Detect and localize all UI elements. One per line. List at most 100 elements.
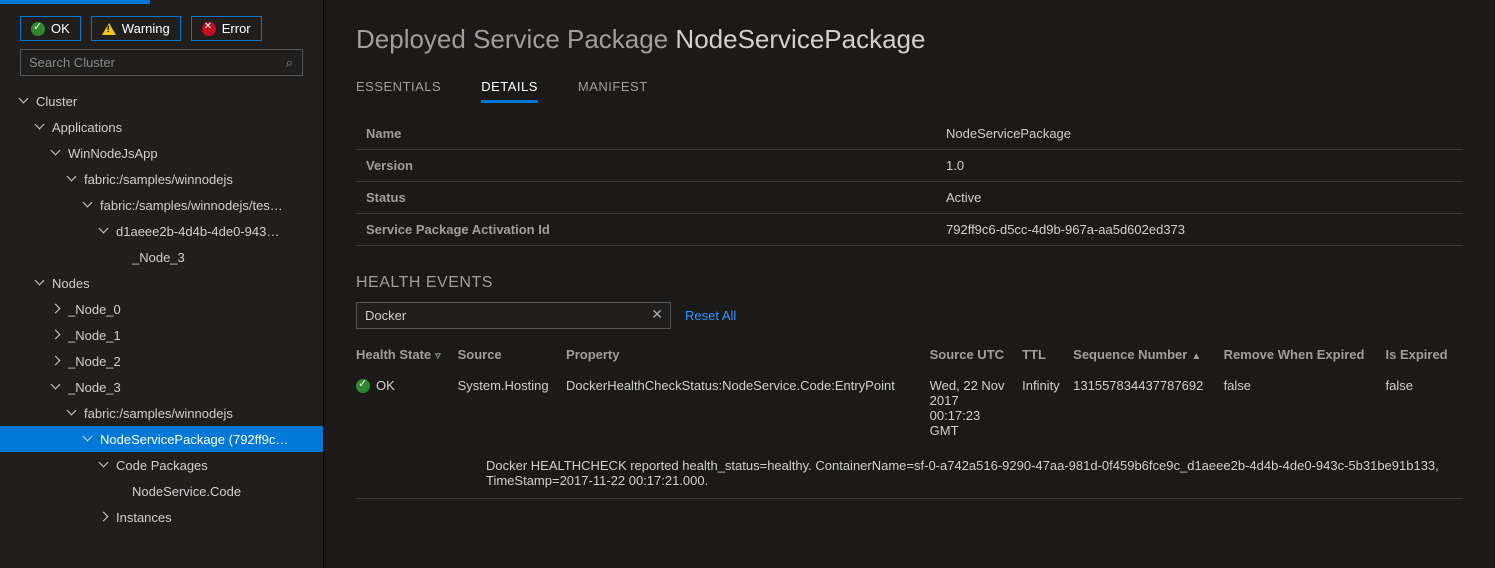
property-row: Version1.0 xyxy=(356,150,1463,182)
tree-item-label: Code Packages xyxy=(116,458,208,473)
page-title-name: NodeServicePackage xyxy=(675,24,925,54)
tree-item[interactable]: d1aeee2b-4d4b-4de0-943… xyxy=(0,218,323,244)
tree-item[interactable]: fabric:/samples/winnodejs xyxy=(0,400,323,426)
tree-item-label: Applications xyxy=(52,120,122,135)
filter-icon: ▿ xyxy=(435,350,441,362)
table-row[interactable]: OKSystem.HostingDockerHealthCheckStatus:… xyxy=(356,372,1463,444)
chevron-right-icon[interactable] xyxy=(100,512,110,522)
chevron-right-icon[interactable] xyxy=(52,330,62,340)
tree-item-label: _Node_3 xyxy=(68,380,121,395)
reset-all-link[interactable]: Reset All xyxy=(685,308,736,323)
search-input[interactable] xyxy=(20,49,303,76)
page-title-prefix: Deployed Service Package xyxy=(356,24,668,54)
chevron-down-icon[interactable] xyxy=(84,434,94,444)
tree-item-label: Cluster xyxy=(36,94,77,109)
chevron-down-icon[interactable] xyxy=(68,174,78,184)
chevron-down-icon[interactable] xyxy=(36,278,46,288)
col-is-expired[interactable]: Is Expired xyxy=(1385,341,1463,372)
search-icon: ⌕ xyxy=(286,55,293,71)
chevron-right-icon[interactable] xyxy=(52,304,62,314)
tree-item-label: _Node_1 xyxy=(68,328,121,343)
property-value: 792ff9c6-d5cc-4d9b-967a-aa5d602ed373 xyxy=(936,214,1463,246)
tree-item[interactable]: _Node_2 xyxy=(0,348,323,374)
property-row: Service Package Activation Id792ff9c6-d5… xyxy=(356,214,1463,246)
event-description: Docker HEALTHCHECK reported health_statu… xyxy=(356,444,1463,499)
property-row: NameNodeServicePackage xyxy=(356,118,1463,150)
tab-essentials[interactable]: ESSENTIALS xyxy=(356,73,441,103)
tree-item-label: Instances xyxy=(116,510,172,525)
cell-source-utc: Wed, 22 Nov 2017 00:17:23 GMT xyxy=(930,372,1022,444)
cell-property: DockerHealthCheckStatus:NodeService.Code… xyxy=(566,372,930,444)
property-value: 1.0 xyxy=(936,150,1463,182)
chevron-down-icon[interactable] xyxy=(52,148,62,158)
chevron-down-icon[interactable] xyxy=(100,226,110,236)
filter-error-button[interactable]: Error xyxy=(191,16,262,41)
tree-item[interactable]: Nodes xyxy=(0,270,323,296)
cell-health-state: OK xyxy=(356,372,458,444)
filter-warning-label: Warning xyxy=(122,21,170,36)
tree-item-label: fabric:/samples/winnodejs xyxy=(84,406,233,421)
chevron-right-icon[interactable] xyxy=(52,356,62,366)
ok-icon xyxy=(31,22,45,36)
chevron-down-icon[interactable] xyxy=(36,122,46,132)
health-filter-row: OK Warning Error xyxy=(0,4,323,49)
properties-table: NameNodeServicePackageVersion1.0StatusAc… xyxy=(356,118,1463,246)
tree-item-label: _Node_2 xyxy=(68,354,121,369)
col-source[interactable]: Source xyxy=(458,341,566,372)
tree-item[interactable]: NodeService.Code xyxy=(0,478,323,504)
property-key: Name xyxy=(356,118,936,150)
error-icon xyxy=(202,22,216,36)
tree-item-label: fabric:/samples/winnodejs/tes… xyxy=(100,198,283,213)
tab-manifest[interactable]: MANIFEST xyxy=(578,73,648,103)
health-filter-box: ✕ xyxy=(356,302,671,329)
tree-item[interactable]: fabric:/samples/winnodejs/tes… xyxy=(0,192,323,218)
health-state-text: OK xyxy=(376,378,395,393)
col-source-utc[interactable]: Source UTC xyxy=(930,341,1022,372)
tree-item[interactable]: _Node_3 xyxy=(0,374,323,400)
cell-remove-when-expired: false xyxy=(1224,372,1386,444)
col-ttl[interactable]: TTL xyxy=(1022,341,1073,372)
filter-ok-button[interactable]: OK xyxy=(20,16,81,41)
tree-item[interactable]: Applications xyxy=(0,114,323,140)
tree-item-label: NodeService.Code xyxy=(132,484,241,499)
tree-item[interactable]: _Node_1 xyxy=(0,322,323,348)
col-property[interactable]: Property xyxy=(566,341,930,372)
tree-item-label: NodeServicePackage (792ff9c… xyxy=(100,432,288,447)
health-events-table: Health State▿ Source Property Source UTC… xyxy=(356,341,1463,499)
tree-item[interactable]: _Node_0 xyxy=(0,296,323,322)
tree-item[interactable]: Instances xyxy=(0,504,323,530)
tree-item[interactable]: WinNodeJsApp xyxy=(0,140,323,166)
main-content: Deployed Service Package NodeServicePack… xyxy=(324,0,1495,568)
chevron-down-icon[interactable] xyxy=(100,460,110,470)
health-filter-input[interactable] xyxy=(356,302,671,329)
tab-details[interactable]: DETAILS xyxy=(481,73,538,103)
property-value: Active xyxy=(936,182,1463,214)
search-row: ⌕ xyxy=(0,49,323,84)
property-key: Status xyxy=(356,182,936,214)
health-filter-row: ✕ Reset All xyxy=(356,302,1463,329)
chevron-down-icon[interactable] xyxy=(20,96,30,106)
health-events-header: HEALTH EVENTS xyxy=(356,274,1463,292)
ok-icon xyxy=(356,379,370,393)
table-row-description: Docker HEALTHCHECK reported health_statu… xyxy=(356,444,1463,499)
col-health-state[interactable]: Health State▿ xyxy=(356,341,458,372)
clear-filter-icon[interactable]: ✕ xyxy=(651,306,663,323)
tree-item-label: fabric:/samples/winnodejs xyxy=(84,172,233,187)
col-remove-when-expired[interactable]: Remove When Expired xyxy=(1224,341,1386,372)
chevron-down-icon[interactable] xyxy=(84,200,94,210)
tree-item[interactable]: NodeServicePackage (792ff9c… xyxy=(0,426,323,452)
nav-tree[interactable]: Cluster Applications WinNodeJsApp fabric:/s… xyxy=(0,84,323,568)
sort-asc-icon: ▲ xyxy=(1191,351,1201,362)
tree-item[interactable]: Cluster xyxy=(0,88,323,114)
chevron-down-icon[interactable] xyxy=(68,408,78,418)
tree-item[interactable]: fabric:/samples/winnodejs xyxy=(0,166,323,192)
tree-item[interactable]: _Node_3 xyxy=(0,244,323,270)
filter-warning-button[interactable]: Warning xyxy=(91,16,181,41)
chevron-down-icon[interactable] xyxy=(52,382,62,392)
col-sequence-number[interactable]: Sequence Number▲ xyxy=(1073,341,1223,372)
property-key: Service Package Activation Id xyxy=(356,214,936,246)
tree-item[interactable]: Code Packages xyxy=(0,452,323,478)
cell-is-expired: false xyxy=(1385,372,1463,444)
tree-item-label: d1aeee2b-4d4b-4de0-943… xyxy=(116,224,279,239)
tabs: ESSENTIALS DETAILS MANIFEST xyxy=(356,73,1463,104)
